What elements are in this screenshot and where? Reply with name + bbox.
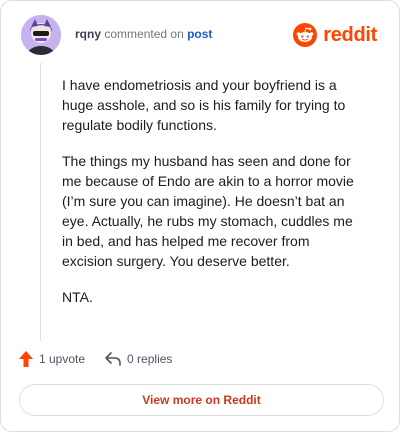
comment-paragraph: NTA. bbox=[62, 289, 93, 305]
comment-header: rqny commented on post reddit bbox=[21, 15, 381, 55]
comment-meta: rqny commented on post bbox=[75, 27, 212, 41]
comment-body: I have endometriosis and your boyfriend … bbox=[62, 75, 362, 323]
avatar[interactable] bbox=[21, 15, 61, 55]
comment-paragraph: The things my husband has seen and done … bbox=[62, 153, 354, 269]
upvote-arrow-icon bbox=[19, 351, 33, 367]
username[interactable]: rqny bbox=[75, 27, 101, 41]
post-link[interactable]: post bbox=[187, 27, 212, 41]
reddit-brand[interactable]: reddit bbox=[293, 21, 377, 49]
reddit-logo-icon bbox=[293, 23, 318, 47]
reply-arrow-icon bbox=[105, 352, 121, 366]
avatar-image bbox=[21, 15, 61, 55]
reddit-comment-embed: rqny commented on post reddit I have end… bbox=[0, 0, 400, 432]
thread-line bbox=[40, 63, 41, 341]
comment-paragraph: I have endometriosis and your boyfriend … bbox=[62, 77, 346, 133]
comment-actions: 1 upvote 0 replies bbox=[19, 349, 172, 369]
comment-verb: commented on bbox=[104, 27, 184, 41]
upvote-count: 1 upvote bbox=[39, 352, 86, 366]
replies-button[interactable]: 0 replies bbox=[105, 352, 172, 366]
brand-wordmark: reddit bbox=[323, 23, 377, 46]
upvote-button[interactable]: 1 upvote bbox=[19, 351, 85, 367]
replies-count: 0 replies bbox=[127, 352, 173, 366]
view-more-button[interactable]: View more on Reddit bbox=[19, 384, 384, 416]
